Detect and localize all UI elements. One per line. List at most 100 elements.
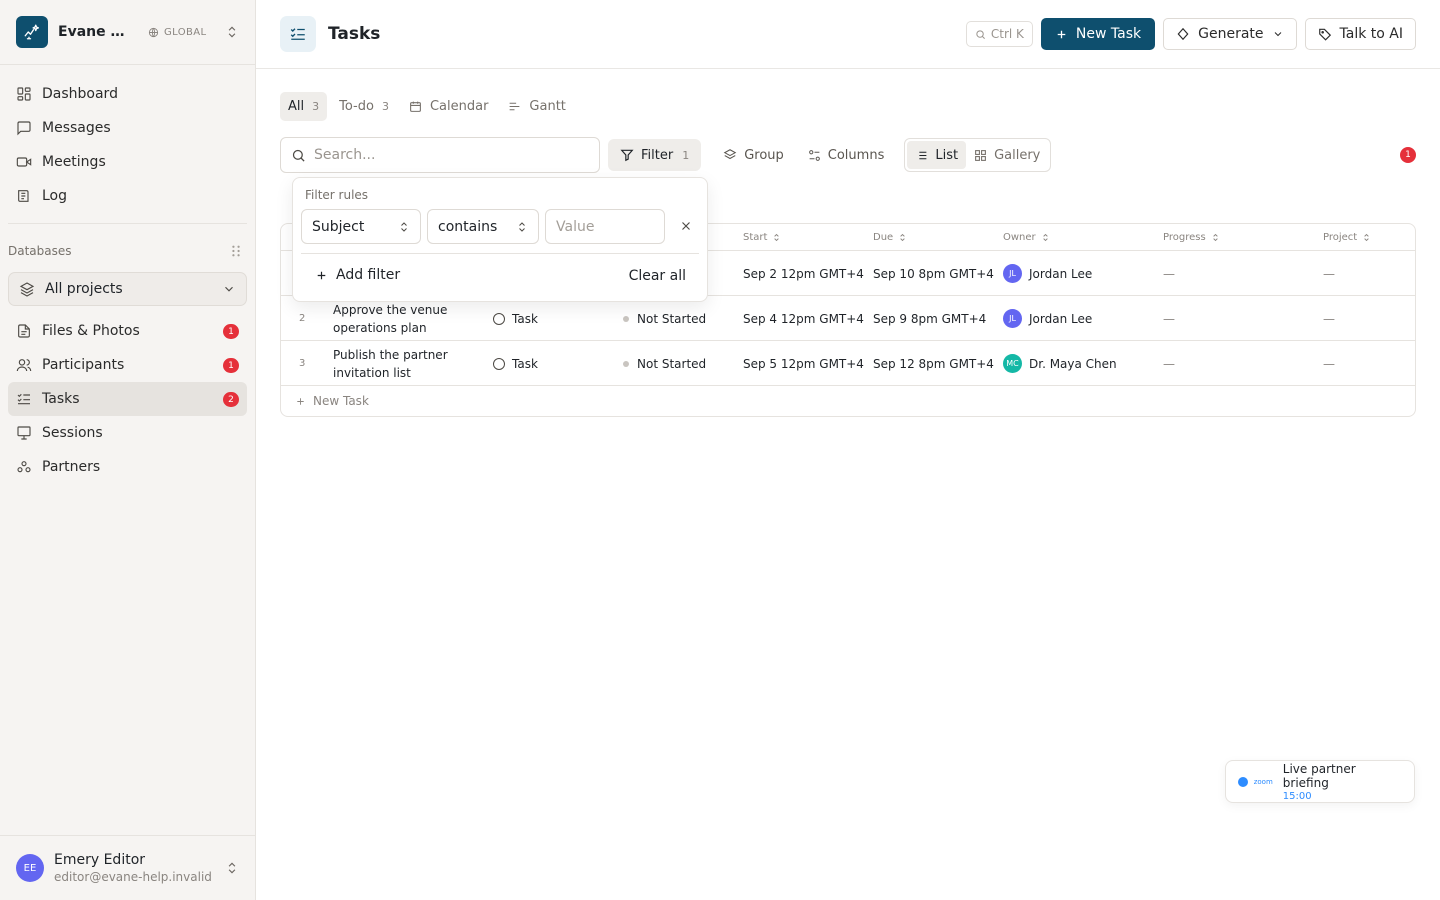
nav-item-meetings[interactable]: Meetings — [8, 145, 247, 179]
sidebar: Evane Help Center GLOBAL Dashboard Messa… — [0, 0, 256, 900]
project-cell: — — [1323, 311, 1335, 326]
project-selector[interactable]: All projects — [8, 272, 247, 306]
type-cell[interactable]: Task — [493, 341, 538, 386]
owner-cell[interactable]: JL Jordan Lee — [1003, 251, 1092, 296]
status-cell[interactable]: Not Started — [623, 296, 706, 341]
layers-icon — [19, 282, 35, 297]
list-view-button[interactable]: List — [907, 141, 967, 169]
nav-item-tasks[interactable]: Tasks 2 — [8, 382, 247, 416]
page-icon — [280, 16, 316, 52]
nav-item-sessions[interactable]: Sessions — [8, 416, 247, 450]
nav-item-partners[interactable]: Partners — [8, 450, 247, 484]
generate-button[interactable]: Generate — [1163, 18, 1297, 50]
status-dot — [623, 315, 629, 322]
chevron-down-icon — [225, 286, 233, 292]
clear-all-button[interactable]: Clear all — [629, 268, 686, 284]
filter-value-input[interactable] — [545, 209, 665, 244]
chevron-updown-icon — [228, 862, 236, 874]
log-icon — [18, 190, 29, 202]
new-task-button[interactable]: New Task — [1040, 18, 1156, 50]
filter-field-select[interactable]: Subject — [301, 209, 421, 244]
gallery-view-button[interactable]: Gallery — [966, 141, 1048, 169]
count-badge: 1 — [223, 324, 239, 339]
chevron-updown-icon — [401, 221, 407, 232]
nav-item-messages[interactable]: Messages — [8, 111, 247, 145]
workspace-switcher[interactable]: Evane Help Center GLOBAL — [0, 0, 255, 65]
tab-gantt[interactable]: Gantt — [500, 92, 573, 121]
zoom-label: zoom — [1253, 777, 1273, 786]
nav-item-files-photos[interactable]: Files & Photos 1 — [8, 314, 247, 348]
group-button[interactable]: Group — [711, 139, 796, 171]
sort-icon — [1042, 233, 1048, 242]
columns-button[interactable]: Columns — [796, 139, 897, 171]
grid-icon — [975, 149, 986, 161]
columns-icon — [808, 149, 820, 161]
project-cell: — — [1323, 356, 1335, 371]
search-icon — [292, 149, 305, 162]
nav-item-participants[interactable]: Participants 1 — [8, 348, 247, 382]
layout-toggle: List Gallery — [904, 138, 1052, 172]
column-header-start[interactable]: Start — [743, 224, 781, 251]
avatar: JL — [1003, 264, 1022, 283]
start-cell: Sep 2 12pm GMT+4 — [743, 266, 864, 281]
search-icon — [976, 29, 985, 39]
view-tabs: All 3 To-do 3 Calendar Gantt — [280, 92, 574, 121]
start-cell: Sep 4 12pm GMT+4 — [743, 311, 864, 326]
tag-icon — [1318, 28, 1331, 41]
users-icon — [16, 359, 32, 372]
meeting-toast[interactable]: zoom Live partner briefing 15:00 — [1225, 760, 1415, 803]
task-search-input[interactable]: Search... — [280, 137, 600, 173]
meeting-title: Live partner briefing — [1282, 761, 1356, 790]
command-search-button[interactable]: Ctrl K — [965, 21, 1033, 47]
talk-to-ai-button[interactable]: Talk to AI — [1304, 18, 1416, 50]
task-list-icon — [17, 393, 30, 405]
subject-cell[interactable]: Publish the partner invitation list — [333, 341, 473, 386]
count-badge: 2 — [223, 392, 239, 407]
layers-icon — [723, 149, 737, 160]
sort-icon — [1212, 233, 1218, 242]
popover-title: Filter rules — [305, 188, 369, 202]
filter-button[interactable]: Filter 1 — [608, 139, 702, 171]
user-menu[interactable]: EE Emery Editor editor@evane-help.invali… — [0, 835, 255, 900]
sort-icon — [774, 233, 780, 242]
avatar: MC — [1003, 354, 1022, 373]
gantt-icon — [510, 102, 520, 111]
nav-item-log[interactable]: Log — [8, 179, 247, 213]
type-cell[interactable]: Task — [493, 296, 538, 341]
column-header-project[interactable]: Project — [1323, 224, 1371, 251]
add-filter-button[interactable]: Add filter — [315, 267, 400, 283]
chevron-updown-icon — [519, 221, 525, 232]
column-header-due[interactable]: Due — [873, 224, 907, 251]
drag-handle-icon[interactable] — [231, 245, 241, 257]
tab-calendar[interactable]: Calendar — [401, 92, 496, 121]
database-nav: Files & Photos 1 Participants 1 Tasks 2 … — [0, 314, 255, 484]
tab-all[interactable]: All 3 — [280, 92, 328, 121]
owner-cell[interactable]: MC Dr. Maya Chen — [1003, 341, 1117, 386]
table-row[interactable]: 2 Approve the venue operations plan Task… — [281, 296, 1415, 341]
chevron-updown-icon — [228, 26, 236, 38]
workspace-name: Evane Help Center — [58, 24, 134, 40]
column-header-owner[interactable]: Owner — [1003, 224, 1050, 251]
chevron-down-icon — [1274, 32, 1281, 37]
tab-todo[interactable]: To-do 3 — [331, 92, 397, 121]
column-header-progress[interactable]: Progress — [1163, 224, 1220, 251]
table-row[interactable]: 3 Publish the partner invitation list Ta… — [281, 341, 1415, 386]
progress-cell: — — [1163, 356, 1175, 371]
filter-icon — [620, 149, 634, 162]
sort-icon — [1364, 233, 1369, 242]
divider — [301, 253, 699, 254]
gem-icon — [1177, 27, 1189, 41]
nav-item-dashboard[interactable]: Dashboard — [8, 77, 247, 111]
notification-badge[interactable]: 1 — [1400, 147, 1416, 163]
user-name: Emery Editor — [54, 852, 146, 868]
calendar-icon — [410, 101, 421, 112]
circle-icon — [493, 357, 505, 370]
subject-cell[interactable]: Approve the venue operations plan — [333, 296, 473, 341]
progress-cell: — — [1163, 266, 1175, 281]
add-task-row-button[interactable]: New Task — [281, 386, 1415, 416]
filter-operator-select[interactable]: contains — [427, 209, 539, 244]
filter-popover: Filter rules Subject contains Add filter… — [292, 177, 708, 302]
status-cell[interactable]: Not Started — [623, 341, 706, 386]
owner-cell[interactable]: JL Jordan Lee — [1003, 296, 1092, 341]
close-icon[interactable] — [679, 219, 693, 233]
